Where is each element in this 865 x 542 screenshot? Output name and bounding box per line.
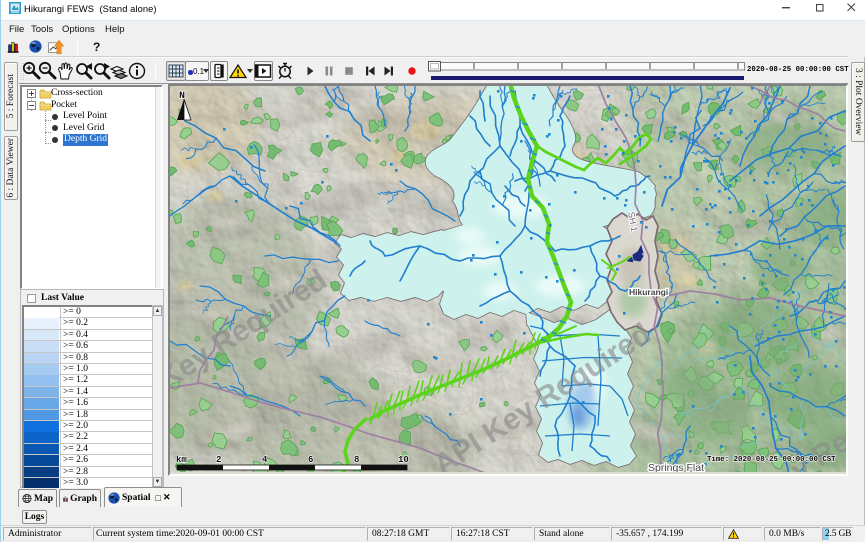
svg-text:Springs Flat: Springs Flat: [648, 462, 704, 472]
svg-text:Time: 2020-08-25 00:00:00 CST: Time: 2020-08-25 00:00:00 CST: [707, 456, 836, 464]
svg-text:10: 10: [398, 455, 409, 465]
svg-text:km: km: [176, 455, 187, 465]
svg-text:Hikurangi: Hikurangi: [629, 287, 668, 297]
svg-text:8: 8: [354, 455, 359, 465]
svg-text:2: 2: [216, 455, 221, 465]
svg-text:4: 4: [262, 455, 268, 465]
svg-text:6: 6: [308, 455, 313, 465]
